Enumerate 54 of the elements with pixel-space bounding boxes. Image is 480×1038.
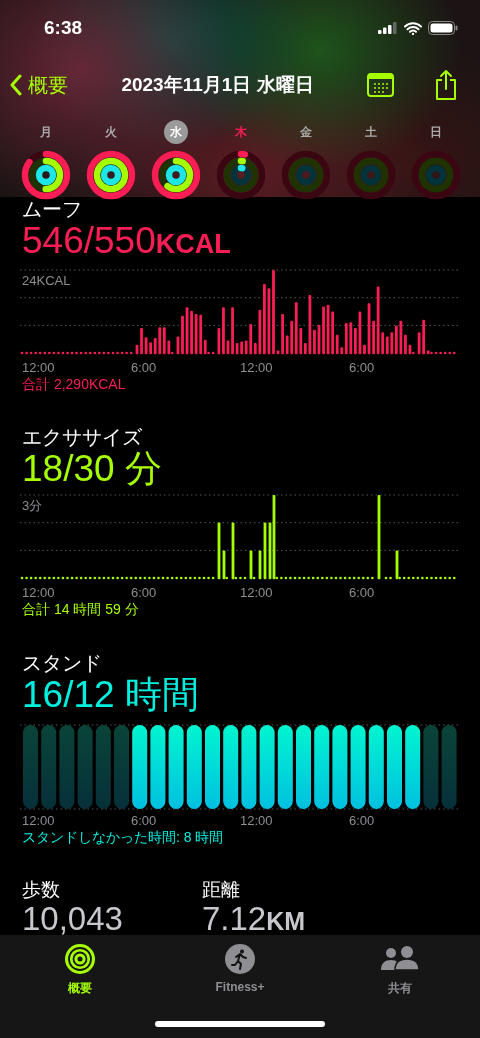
axis-label: 6:00 [349, 360, 376, 376]
day-tab[interactable]: 火 [99, 120, 124, 144]
goal-value: 16/12 時間 [22, 675, 200, 715]
day-tab[interactable]: 日 [423, 120, 448, 144]
day-tab[interactable]: 土 [358, 120, 383, 144]
section-title: エクササイズ [22, 425, 143, 449]
back-chevron-icon [10, 74, 22, 96]
tab-item[interactable]: Fitness+ [160, 944, 320, 997]
section-title: ムーフ [22, 197, 83, 221]
axis-label: 12:00 [240, 585, 274, 601]
activity-rings-icon[interactable] [86, 150, 137, 200]
goal-value: 546/550KCAL [22, 221, 232, 263]
total-label: 合計 2,290KCAL [22, 376, 127, 392]
axis-label: 12:00 [22, 813, 56, 829]
battery-icon [428, 21, 458, 35]
share-icon[interactable] [434, 69, 458, 101]
day-tab[interactable]: 金 [293, 120, 318, 144]
day-tab[interactable]: 月 [34, 120, 59, 144]
activity-rings-icon[interactable] [216, 150, 266, 200]
axis-label: 12:00 [22, 585, 56, 601]
axis-label: 6:00 [131, 813, 158, 829]
goal-value: 18/30 分 [22, 449, 163, 489]
stat-label: 距離 [202, 879, 241, 901]
rings-icon [65, 944, 95, 974]
chart-bar [231, 522, 235, 580]
stat-value: 7.12KM [202, 901, 307, 935]
calendar-icon[interactable] [367, 73, 394, 97]
axis-label: 12:00 [22, 360, 56, 376]
runner-icon [225, 944, 255, 974]
axis-label: 6:00 [349, 813, 376, 829]
status-time: 6:38 [44, 17, 83, 39]
axis-label: 24KCAL [22, 273, 71, 288]
chart-bar [249, 550, 253, 580]
section-title: スタンド [22, 651, 103, 675]
chart-bar [395, 550, 399, 580]
axis-label: 6:00 [131, 360, 158, 376]
tab-item[interactable]: 概要 [0, 944, 160, 997]
total-label: スタンドしなかった時間: 8 時間 [22, 829, 225, 845]
back-button[interactable]: 概要 [10, 71, 68, 99]
tab-item[interactable]: 共有 [320, 944, 480, 997]
wifi-icon [404, 21, 422, 35]
axis-label: 12:00 [240, 813, 274, 829]
signal-icon [378, 22, 398, 34]
axis-label: 3分 [22, 498, 43, 513]
axis-label: 6:00 [131, 585, 158, 601]
activity-rings-icon[interactable] [151, 150, 202, 200]
stat-value: 10,043 [22, 901, 124, 935]
total-label: 合計 14 時間 59 分 [22, 601, 140, 617]
day-tab[interactable]: 木 [229, 120, 253, 144]
date-title: 2023年11月1日 水曜日 [120, 73, 315, 97]
stat-label: 歩数 [22, 879, 61, 901]
axis-label: 6:00 [349, 585, 376, 601]
axis-label: 12:00 [240, 360, 274, 376]
activity-rings-icon[interactable] [21, 150, 72, 200]
